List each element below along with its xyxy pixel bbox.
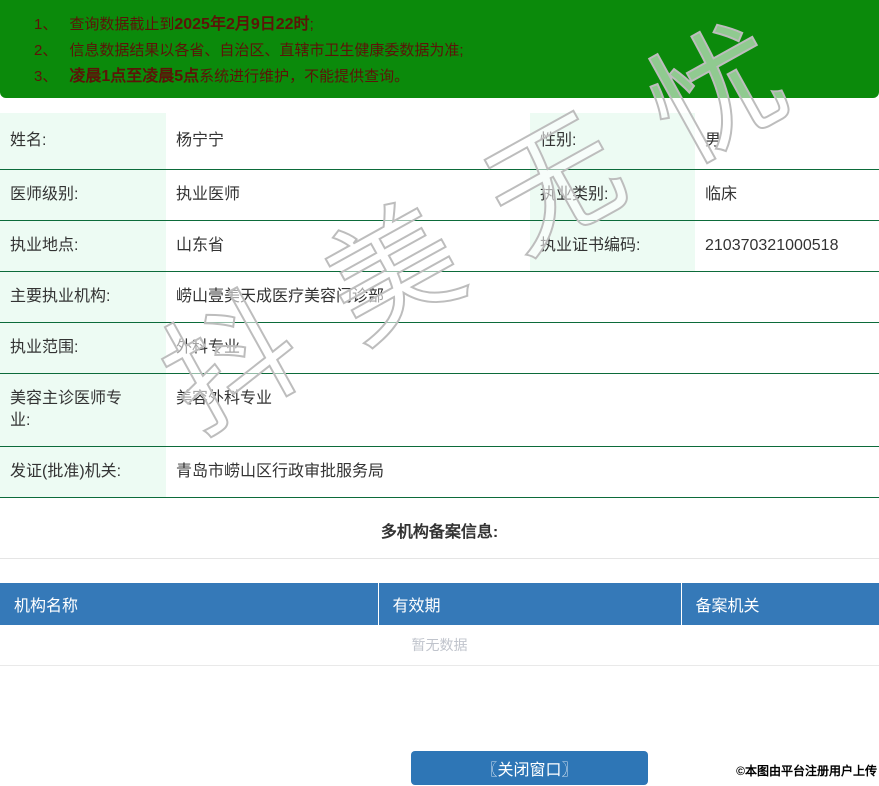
multi-org-header-row: 机构名称 有效期 备案机关 (0, 583, 879, 625)
cosmetic-specialty-value: 美容外科专业 (176, 390, 273, 407)
notice-line-3: 3、 凌晨1点至凌晨5点系统进行维护，不能提供查询。 (34, 64, 869, 90)
notice-line-2: 2、 信息数据结果以各省、自治区、直辖市卫生健康委数据为准; (34, 38, 869, 64)
column-header-org-name: 机构名称 (0, 583, 379, 625)
multi-org-section-title: 多机构备案信息: (380, 524, 499, 541)
notice-bold-text: 2025年2月9日22时 (174, 16, 310, 33)
practice-location-label: 执业地点: (0, 220, 166, 272)
main-institution-value: 崂山壹美天成医疗美容门诊部 (176, 288, 385, 305)
notice-number: 1、 (34, 16, 58, 33)
empty-row: 暂无数据 (0, 625, 879, 666)
notice-line-1: 1、 查询数据截止到2025年2月9日22时; (34, 12, 869, 38)
gender-label: 性别: (530, 113, 695, 170)
notice-text: 系统进行维护，不能提供查询。 (199, 68, 410, 85)
table-row: 美容主诊医师专业: 美容外科专业 (0, 373, 879, 447)
table-row: 姓名: 杨宁宁 性别: 男 (0, 113, 879, 170)
practice-scope-value: 外科专业 (176, 339, 241, 356)
column-header-validity: 有效期 (378, 583, 682, 625)
table-row: 主要执业机构: 崂山壹美天成医疗美容门诊部 (0, 271, 879, 323)
notice-text: 信息数据结果以各省、自治区、直辖市卫生健康委数据为准; (69, 42, 464, 59)
close-window-button[interactable]: 〖关闭窗口〗 (411, 751, 648, 785)
practice-scope-label: 执业范围: (0, 322, 166, 374)
column-header-filing-authority: 备案机关 (681, 583, 879, 625)
table-row: 医师级别: 执业医师 执业类别: 临床 (0, 169, 879, 221)
table-row: 发证(批准)机关: 青岛市崂山区行政审批服务局 (0, 446, 879, 498)
empty-data-text: 暂无数据 (0, 625, 879, 666)
copyright-note: ©本图由平台注册用户上传 (736, 764, 877, 778)
practice-location-value: 山东省 (176, 237, 225, 254)
certificate-number-label: 执业证书编码: (530, 220, 695, 272)
issuing-authority-label: 发证(批准)机关: (0, 446, 166, 498)
practice-category-label: 执业类别: (530, 169, 695, 221)
table-row: 执业地点: 山东省 执业证书编码: 210370321000518 (0, 220, 879, 272)
issuing-authority-value: 青岛市崂山区行政审批服务局 (176, 463, 385, 480)
name-value: 杨宁宁 (176, 132, 225, 149)
gender-value: 男 (705, 132, 722, 149)
table-row: 执业范围: 外科专业 (0, 322, 879, 374)
certificate-number-value: 210370321000518 (705, 237, 839, 254)
multi-org-table: 机构名称 有效期 备案机关 暂无数据 (0, 583, 879, 666)
notice-banner: 1、 查询数据截止到2025年2月9日22时; 2、 信息数据结果以各省、自治区、直… (0, 0, 879, 98)
notice-number: 3、 (34, 68, 58, 85)
main-institution-label: 主要执业机构: (0, 271, 166, 323)
notice-text: 查询数据截止到 (69, 16, 175, 33)
cosmetic-specialty-label: 美容主诊医师专业: (0, 373, 166, 447)
doctor-level-value: 执业医师 (176, 186, 241, 203)
multi-org-table-wrap: 机构名称 有效期 备案机关 暂无数据 (0, 558, 879, 666)
name-label: 姓名: (0, 113, 166, 170)
doctor-level-label: 医师级别: (0, 169, 166, 221)
notice-text: ; (309, 16, 314, 33)
practitioner-info-table: 姓名: 杨宁宁 性别: 男 医师级别: 执业医师 执业类别: 临床 执业地点: … (0, 113, 879, 498)
notice-bold-text: 凌晨1点至凌晨5点 (69, 68, 200, 85)
practice-category-value: 临床 (705, 186, 738, 203)
notice-number: 2、 (34, 42, 58, 59)
query-result-page: 1、 查询数据截止到2025年2月9日22时; 2、 信息数据结果以各省、自治区、直… (0, 0, 879, 786)
